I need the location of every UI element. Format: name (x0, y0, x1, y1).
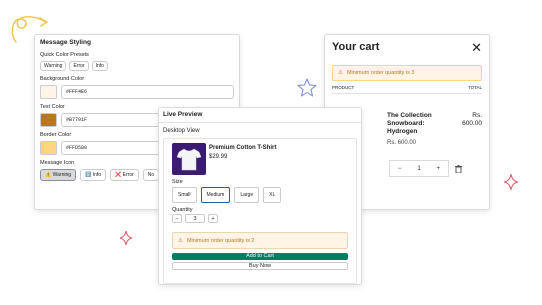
cart-title: Your cart (332, 41, 380, 53)
size-large-button[interactable]: Large (234, 187, 260, 203)
size-small-button[interactable]: Small (172, 187, 197, 203)
sparkle-icon (503, 173, 519, 191)
text-color-swatch[interactable] (40, 113, 57, 127)
cart-item-name[interactable]: The Collection Snowboard: Hydrogen (387, 112, 447, 136)
icon-option-info[interactable]: ℹ️ Info (80, 169, 107, 181)
product-name: Premium Cotton T-Shirt (209, 145, 277, 151)
warning-icon: ⚠️ (45, 172, 52, 178)
product-price: $29.99 (209, 154, 228, 160)
size-label: Size (172, 179, 183, 185)
size-xl-button[interactable]: XL (263, 187, 282, 203)
size-options: Small Medium Large XL (172, 187, 348, 203)
size-medium-button[interactable]: Medium (200, 187, 231, 203)
preview-frame: Premium Cotton T-Shirt $29.99 Size Small… (163, 138, 357, 284)
background-color-input[interactable]: #FFF4E6 (61, 85, 234, 99)
styling-title: Message Styling (40, 39, 91, 46)
star-icon (297, 78, 317, 97)
cart-quantity-stepper: − 1 + (389, 160, 449, 177)
quantity-plus-button[interactable]: + (208, 214, 218, 223)
warning-icon: ⚠ (338, 70, 343, 76)
preset-warning-button[interactable]: Warning (40, 61, 67, 71)
tshirt-icon (176, 148, 202, 171)
icon-option-error[interactable]: ❌ Error (110, 169, 139, 181)
cart-item-price: Rs. 600.00 (387, 140, 417, 146)
warning-icon: ⚠ (178, 237, 183, 244)
preview-warning-message: ⚠ Minimum order quantity is 2 (172, 232, 348, 249)
presets-label: Quick Color Presets (40, 52, 89, 58)
quantity-stepper: − 3 + (172, 214, 348, 223)
column-product: PRODUCT (332, 85, 355, 90)
preview-view-label: Desktop View (163, 128, 200, 134)
border-color-swatch[interactable] (40, 141, 57, 155)
quantity-value[interactable]: 1 (417, 166, 420, 172)
background-color-label: Background Color (40, 76, 85, 82)
product-image (172, 143, 206, 175)
icon-option-none[interactable]: No (142, 169, 160, 181)
trash-icon[interactable] (455, 164, 462, 173)
preset-info-button[interactable]: Info (91, 61, 108, 71)
preview-title: Live Preview (159, 111, 361, 123)
error-icon: ❌ (115, 172, 122, 178)
background-color-swatch[interactable] (40, 85, 57, 99)
cart-item-total: Rs. 600.00 (462, 112, 482, 127)
icon-option-warning[interactable]: ⚠️ Warning (40, 169, 77, 181)
quantity-minus-button[interactable]: − (172, 214, 182, 223)
increase-button[interactable]: + (437, 166, 441, 172)
info-icon: ℹ️ (85, 172, 92, 178)
column-total: TOTAL (467, 85, 482, 90)
preset-error-button[interactable]: Error (69, 61, 89, 71)
live-preview-panel: Live Preview Desktop View Premium Cotton… (158, 107, 362, 285)
cart-warning-message: ⚠ Minimum order quantity is 3 (332, 65, 482, 81)
close-icon[interactable]: ✕ (471, 41, 482, 54)
add-to-cart-button[interactable]: Add to Cart (172, 253, 348, 260)
sparkle-icon (119, 230, 133, 246)
decrease-button[interactable]: − (398, 166, 402, 172)
quantity-input[interactable]: 3 (185, 214, 205, 223)
color-presets: Warning Error Info (40, 61, 234, 71)
buy-now-button[interactable]: Buy Now (172, 262, 348, 270)
quantity-label: Quantity (172, 207, 193, 213)
